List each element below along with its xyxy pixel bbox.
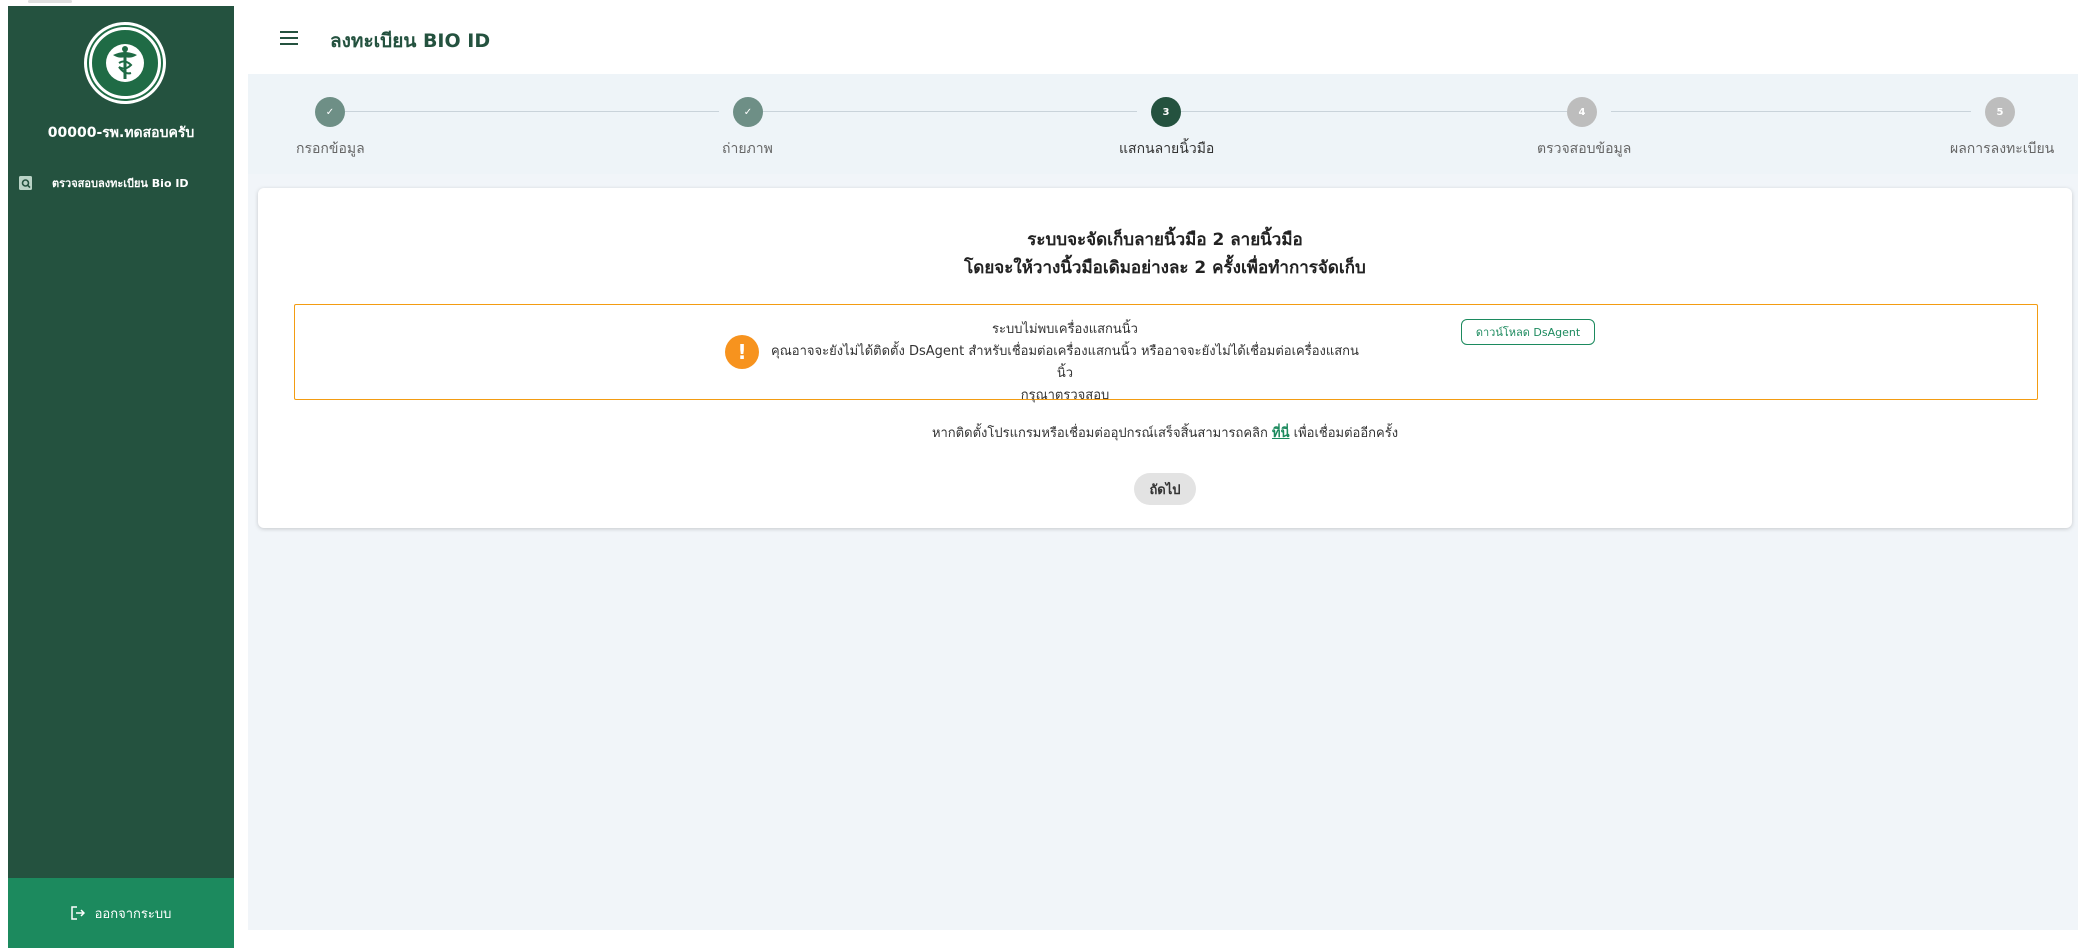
app-page: 00000-รพ.ทดสอบครับ ตรวจสอบลงทะเบียน Bio … — [0, 0, 2078, 948]
step-connector — [1611, 111, 1971, 112]
step-connector — [763, 111, 1137, 112]
step-connector — [1181, 111, 1567, 112]
card-title-line2: โดยจะให้วางนิ้วมือเดิมอย่างละ 2 ครั้งเพื… — [964, 258, 1366, 278]
sidebar-item-label: ตรวจสอบลงทะเบียน Bio ID — [52, 177, 189, 190]
step-5-indicator: 5 — [1985, 97, 2015, 127]
scanner-not-found-alert: ! ระบบไม่พบเครื่องแสกนนิ้ว คุณอาจจะยังไม… — [294, 304, 2038, 403]
step-3-label: แสกนลายนิ้วมือ — [1119, 141, 1215, 157]
step-1-label: กรอกข้อมูล — [296, 141, 365, 157]
ministry-of-public-health-seal — [84, 22, 166, 104]
logout-button[interactable]: ออกจากระบบ — [8, 878, 234, 948]
sidebar-item-verify-bio-id[interactable]: ตรวจสอบลงทะเบียน Bio ID — [18, 170, 234, 196]
download-dsagent-button[interactable]: ดาวน์โหลด DsAgent — [1461, 319, 1595, 345]
step-4-label: ตรวจสอบข้อมูล — [1537, 141, 1632, 157]
reconnect-link[interactable]: ที่นี่ — [1272, 426, 1289, 441]
alert-line3: กรุณาตรวจสอบ — [1020, 388, 1110, 403]
step-1-indicator: ✓ — [315, 97, 345, 127]
alert-line1: ระบบไม่พบเครื่องแสกนนิ้ว — [992, 322, 1138, 337]
step-2-label: ถ่ายภาพ — [722, 141, 773, 157]
step-2-indicator: ✓ — [733, 97, 763, 127]
step-3-indicator: 3 — [1151, 97, 1181, 127]
alert-line2: คุณอาจจะยังไม่ได้ติดตั้ง DsAgent สำหรับเ… — [771, 344, 1359, 381]
step-5-label: ผลการลงทะเบียน — [1950, 141, 2055, 157]
hint-text-after: เพื่อเชื่อมต่ออีกครั้ง — [1293, 426, 1399, 441]
caduceus-icon — [106, 44, 144, 82]
logout-label: ออกจากระบบ — [94, 906, 172, 922]
next-button[interactable]: ถัดไป — [1134, 473, 1196, 505]
sidebar: 00000-รพ.ทดสอบครับ ตรวจสอบลงทะเบียน Bio … — [8, 6, 234, 948]
top-bar: ลงทะเบียน BIO ID — [248, 6, 2078, 74]
warning-icon: ! — [725, 335, 759, 369]
hospital-name: 00000-รพ.ทดสอบครับ — [47, 125, 195, 141]
hamburger-menu-icon[interactable] — [278, 28, 300, 48]
reconnect-hint: หากติดตั้งโปรแกรมหรือเชื่อมต่ออุปกรณ์เสร… — [258, 422, 2072, 443]
window-handle — [28, 0, 72, 3]
card-title-line1: ระบบจะจัดเก็บลายนิ้วมือ 2 ลายนิ้วมือ — [1027, 230, 1303, 250]
step-connector — [345, 111, 719, 112]
hint-text-before: หากติดตั้งโปรแกรมหรือเชื่อมต่ออุปกรณ์เสร… — [931, 426, 1268, 441]
alert-message: ระบบไม่พบเครื่องแสกนนิ้ว คุณอาจจะยังไม่ไ… — [765, 319, 1365, 407]
search-document-icon — [18, 175, 34, 191]
step-4-indicator: 4 — [1567, 97, 1597, 127]
page-title: ลงทะเบียน BIO ID — [330, 30, 491, 52]
logout-icon — [70, 906, 85, 920]
fingerprint-scan-card: ระบบจะจัดเก็บลายนิ้วมือ 2 ลายนิ้วมือ โดย… — [258, 188, 2072, 528]
